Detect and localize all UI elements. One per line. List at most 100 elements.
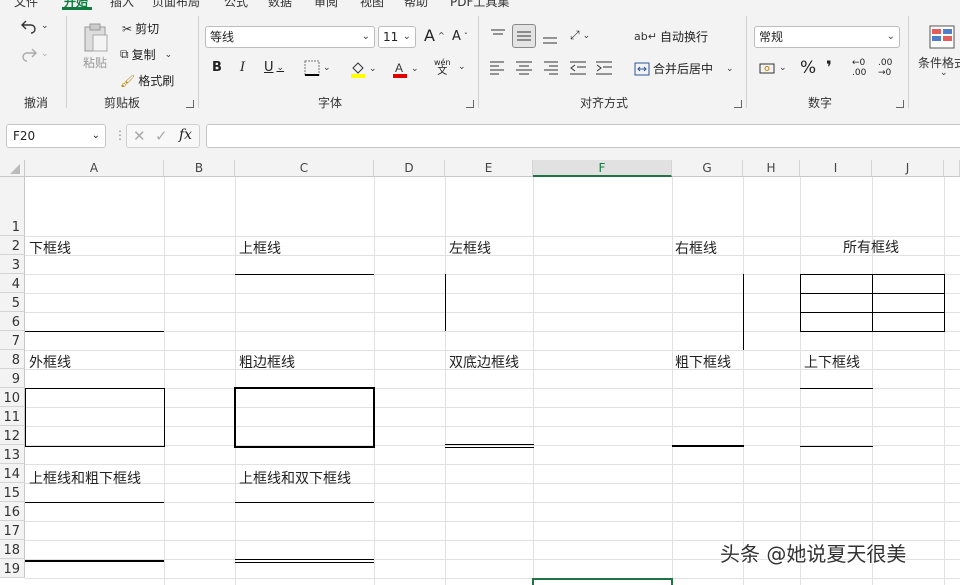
accounting-format-button[interactable]: ⌄ xyxy=(758,60,787,76)
enter-check-icon[interactable]: ✓ xyxy=(155,127,168,145)
alignment-launcher-icon[interactable] xyxy=(734,100,742,108)
align-right-icon xyxy=(544,61,558,75)
bold-button[interactable]: B xyxy=(212,60,222,75)
font-name-dropdown[interactable]: 等线 ⌄ xyxy=(205,26,375,48)
format-painter-button[interactable]: 🖌 格式刷 xyxy=(120,72,174,89)
column-header-I[interactable]: I xyxy=(800,160,872,177)
comma-style-button[interactable]: ❜ xyxy=(826,58,832,78)
select-all-corner[interactable] xyxy=(0,160,25,177)
column-header-J[interactable]: J xyxy=(872,160,944,177)
shrink-font-button[interactable]: Aˇ xyxy=(452,29,468,44)
column-header-D[interactable]: D xyxy=(374,160,445,177)
redo-button[interactable]: ⌄ xyxy=(20,46,49,62)
phonetic-guide-button[interactable]: wén 文 xyxy=(434,58,451,77)
font-color-button[interactable]: A ⌄ xyxy=(392,60,419,78)
font-launcher-icon[interactable] xyxy=(466,100,474,108)
row-header-13[interactable]: 13 xyxy=(0,445,25,464)
row-header-8[interactable]: 8 xyxy=(0,350,25,369)
column-header-F[interactable]: F xyxy=(533,160,672,177)
borders-button[interactable]: ⌄ xyxy=(304,60,331,76)
row-header-16[interactable]: 16 xyxy=(0,502,25,521)
tab-formulas[interactable]: 公式 xyxy=(224,0,248,10)
conditional-formatting-button[interactable] xyxy=(928,24,956,55)
underline-button[interactable]: U ⌄ xyxy=(264,60,284,75)
row-header-15[interactable]: 15 xyxy=(0,483,25,502)
row-header-14[interactable]: 14 xyxy=(0,464,25,483)
font-size-dropdown[interactable]: 11 ⌄ xyxy=(378,26,416,48)
worksheet-grid[interactable]: A B C D E F G H I J 1 2 3 4 5 6 7 8 9 10… xyxy=(0,160,960,585)
tab-file[interactable]: 文件 xyxy=(14,0,38,10)
gridline xyxy=(25,407,960,408)
decrease-decimal-button[interactable]: .00 →0 xyxy=(878,58,892,78)
wrap-text-icon: ab↵ xyxy=(634,30,657,43)
copy-button[interactable]: ⧉ 复制 ⌄ xyxy=(120,46,172,63)
row-header-10[interactable]: 10 xyxy=(0,388,25,407)
gridline xyxy=(25,236,960,237)
row-header-3[interactable]: 3 xyxy=(0,255,25,274)
row-header-12[interactable]: 12 xyxy=(0,426,25,445)
cancel-icon[interactable]: ✕ xyxy=(133,127,146,145)
row-header-17[interactable]: 17 xyxy=(0,521,25,540)
alignment-group-label: 对齐方式 xyxy=(580,96,629,110)
align-bottom-button[interactable] xyxy=(540,26,560,46)
column-header-G[interactable]: G xyxy=(672,160,743,177)
tab-review[interactable]: 审阅 xyxy=(314,0,338,10)
active-cell-F20[interactable] xyxy=(532,578,673,585)
paste-label: 粘贴 xyxy=(82,56,107,70)
undo-button[interactable]: ⌄ xyxy=(20,18,49,34)
tab-view[interactable]: 视图 xyxy=(360,0,384,10)
undo-icon xyxy=(21,20,36,34)
merge-center-button[interactable]: 合并后居中 ⌄ xyxy=(634,60,734,77)
increase-decimal-button[interactable]: ←0.00 xyxy=(852,58,866,78)
row-header-19[interactable]: 19 xyxy=(0,559,25,578)
align-middle-button[interactable] xyxy=(512,24,536,48)
row-header-7[interactable]: 7 xyxy=(0,331,25,350)
column-header-K[interactable] xyxy=(944,160,960,177)
align-center-button[interactable] xyxy=(514,58,534,81)
cut-button[interactable]: ✂ 剪切 xyxy=(122,20,159,37)
chevron-down-icon[interactable]: ⌄ xyxy=(940,68,948,78)
fill-color-button[interactable]: ⌄ xyxy=(350,60,377,78)
align-right-button[interactable] xyxy=(540,58,560,81)
column-header-C[interactable]: C xyxy=(235,160,374,177)
align-left-button[interactable] xyxy=(488,58,508,81)
grow-font-button[interactable]: A ^ xyxy=(424,26,445,45)
tab-insert[interactable]: 插入 xyxy=(110,0,134,10)
orientation-button[interactable]: ⤢ ⌄ xyxy=(570,28,590,43)
insert-function-icon[interactable]: fx xyxy=(179,127,192,143)
tab-pdf-tools[interactable]: PDF工具集 xyxy=(450,0,509,10)
increase-indent-button[interactable] xyxy=(594,58,614,81)
tab-page-layout[interactable]: 页面布局 xyxy=(152,0,200,10)
italic-button[interactable]: I xyxy=(240,60,245,75)
decrease-indent-button[interactable] xyxy=(568,58,588,81)
cell-border-double-bottom xyxy=(235,559,374,560)
name-box[interactable]: F20 ⌄ xyxy=(6,124,106,148)
chevron-down-icon[interactable]: ⌄ xyxy=(458,62,466,72)
row-header-18[interactable]: 18 xyxy=(0,540,25,559)
align-top-button[interactable] xyxy=(488,26,508,46)
row-header-1[interactable]: 1 xyxy=(0,177,25,236)
pinyin-char-icon: 文 xyxy=(437,66,448,77)
row-header-11[interactable]: 11 xyxy=(0,407,25,426)
row-header-9[interactable]: 9 xyxy=(0,369,25,388)
column-header-A[interactable]: A xyxy=(25,160,164,177)
tab-help[interactable]: 帮助 xyxy=(404,0,428,10)
number-launcher-icon[interactable] xyxy=(896,100,904,108)
wrap-text-button[interactable]: ab↵ 自动换行 xyxy=(634,28,708,45)
column-header-E[interactable]: E xyxy=(445,160,533,177)
formula-input[interactable] xyxy=(206,124,960,148)
row-header-4[interactable]: 4 xyxy=(0,274,25,293)
column-header-B[interactable]: B xyxy=(164,160,235,177)
paste-button[interactable]: 粘贴 xyxy=(80,22,110,71)
column-header-H[interactable]: H xyxy=(743,160,800,177)
row-header-2[interactable]: 2 xyxy=(0,236,25,255)
more-options-icon[interactable]: ⋮ xyxy=(114,128,126,142)
tab-data[interactable]: 数据 xyxy=(268,0,292,10)
align-top-icon xyxy=(491,29,505,35)
redo-icon xyxy=(22,48,37,62)
row-header-5[interactable]: 5 xyxy=(0,293,25,312)
row-header-6[interactable]: 6 xyxy=(0,312,25,331)
clipboard-launcher-icon[interactable] xyxy=(186,100,194,108)
number-format-dropdown[interactable]: 常规 ⌄ xyxy=(754,26,900,48)
percent-button[interactable]: % xyxy=(800,58,816,78)
